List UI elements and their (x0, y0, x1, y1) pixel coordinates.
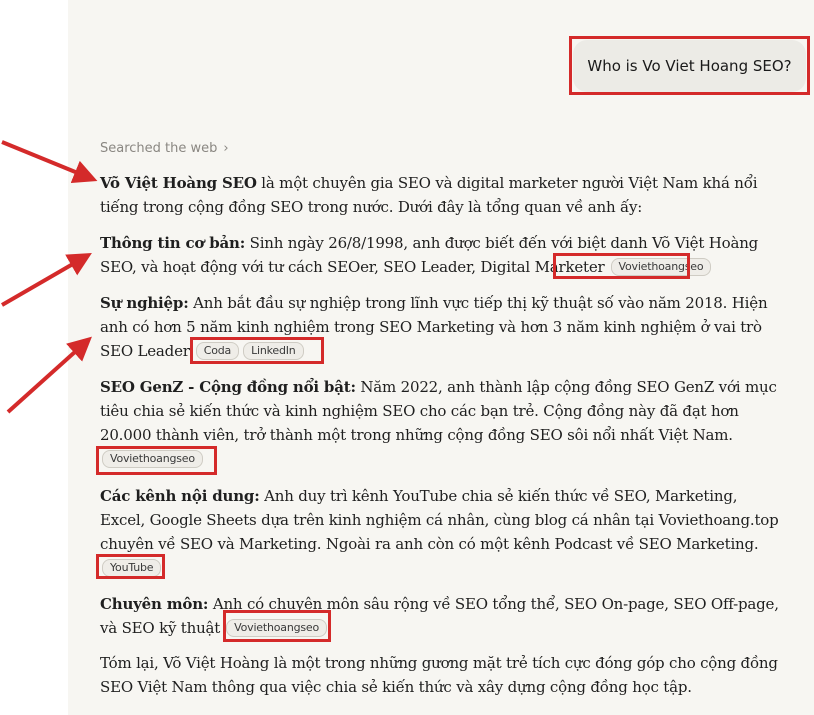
arrow-icon (1, 140, 98, 184)
arrow-icon (6, 336, 92, 414)
annotation-arrows (0, 140, 98, 414)
arrow-icon (0, 252, 92, 307)
